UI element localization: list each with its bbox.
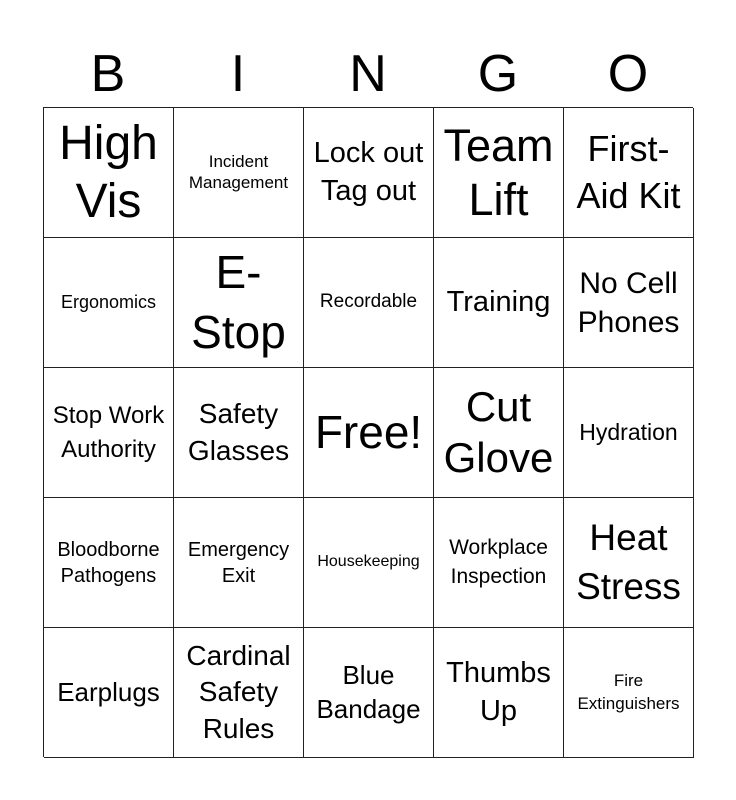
cell-label: First-Aid Kit xyxy=(576,127,681,216)
cell-label: High Vis xyxy=(59,116,158,228)
cell-label: Housekeeping xyxy=(317,553,420,571)
bingo-cell[interactable]: Incident Management xyxy=(174,108,304,238)
cell-label: Recordable xyxy=(319,291,418,313)
cell-label: Earplugs xyxy=(57,677,160,708)
cell-label: Heat Stress xyxy=(576,517,681,607)
cell-label: E-Stop xyxy=(191,245,286,358)
cell-label: Emergency Exit xyxy=(187,538,290,587)
bingo-cell[interactable]: Heat Stress xyxy=(564,498,694,628)
header-letter-n: N xyxy=(349,45,387,103)
bingo-cell[interactable]: Recordable xyxy=(304,238,434,368)
bingo-cell[interactable]: Workplace Inspection xyxy=(434,498,564,628)
bingo-cell[interactable]: Cut Glove xyxy=(434,368,564,498)
bingo-cell[interactable]: Earplugs xyxy=(44,628,174,758)
bingo-cell[interactable]: Team Lift xyxy=(434,108,564,238)
bingo-cell[interactable]: Safety Glasses xyxy=(174,368,304,498)
free-space-cell[interactable]: Free! xyxy=(304,368,434,498)
bingo-cell[interactable]: Training xyxy=(434,238,564,368)
header-letter-b: B xyxy=(90,45,126,103)
cell-label: Blue Bandage xyxy=(316,659,421,724)
cell-label: No Cell Phones xyxy=(577,266,680,339)
cell-label: Cardinal Safety Rules xyxy=(186,639,291,744)
bingo-cell[interactable]: Ergonomics xyxy=(44,238,174,368)
cell-label: Incident Management xyxy=(188,152,289,192)
bingo-cell[interactable]: Lock out Tag out xyxy=(304,108,434,238)
bingo-cell[interactable]: Stop Work Authority xyxy=(44,368,174,498)
cell-label: Thumbs Up xyxy=(446,656,551,727)
cell-label: Safety Glasses xyxy=(187,398,290,466)
bingo-board: High Vis Incident Management Lock out Ta… xyxy=(43,107,694,758)
cell-label: Bloodborne Pathogens xyxy=(57,538,160,587)
cell-label: Ergonomics xyxy=(60,291,157,312)
bingo-cell[interactable]: E-Stop xyxy=(174,238,304,368)
bingo-cell[interactable]: Bloodborne Pathogens xyxy=(44,498,174,628)
bingo-cell[interactable]: High Vis xyxy=(44,108,174,238)
bingo-header: B I N G O xyxy=(43,44,693,104)
bingo-cell[interactable]: First-Aid Kit xyxy=(564,108,694,238)
bingo-cell[interactable]: Cardinal Safety Rules xyxy=(174,628,304,758)
cell-label: Lock out Tag out xyxy=(313,136,424,207)
bingo-cell[interactable]: Housekeeping xyxy=(304,498,434,628)
cell-label: Cut Glove xyxy=(443,383,554,481)
header-letter-i: I xyxy=(230,45,246,103)
bingo-cell[interactable]: No Cell Phones xyxy=(564,238,694,368)
cell-label: Fire Extinguishers xyxy=(577,671,680,713)
cell-label: Stop Work Authority xyxy=(52,401,165,463)
bingo-cell[interactable]: Blue Bandage xyxy=(304,628,434,758)
bingo-cell[interactable]: Hydration xyxy=(564,368,694,498)
bingo-cell[interactable]: Fire Extinguishers xyxy=(564,628,694,758)
cell-label: Workplace Inspection xyxy=(449,536,548,588)
header-letter-g: G xyxy=(477,45,519,103)
free-space-label: Free! xyxy=(314,406,423,459)
cell-label: Team Lift xyxy=(443,119,554,225)
cell-label: Training xyxy=(446,286,551,319)
header-letter-o: O xyxy=(607,45,649,103)
cell-label: Hydration xyxy=(579,418,678,445)
bingo-cell[interactable]: Emergency Exit xyxy=(174,498,304,628)
bingo-cell[interactable]: Thumbs Up xyxy=(434,628,564,758)
